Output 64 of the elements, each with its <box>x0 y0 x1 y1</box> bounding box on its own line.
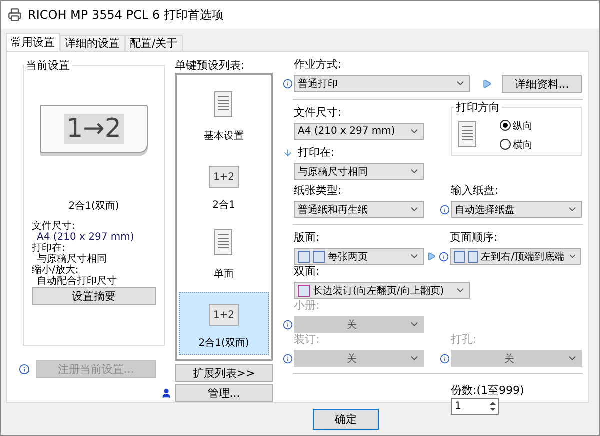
dropdown[interactable]: A4 (210 x 297 mm) <box>294 123 424 140</box>
preview-caption: 2合1(双面) <box>68 200 120 213</box>
tab[interactable]: 配置/关于 <box>125 35 183 51</box>
page-order-icon <box>468 250 478 262</box>
detail-value: 与原稿尺寸相同 <box>37 254 108 265</box>
info-icon <box>19 364 30 374</box>
radio-option[interactable]: 横向 <box>500 138 533 152</box>
document-icon <box>458 121 478 149</box>
preset-item[interactable]: 基本设置 <box>179 85 269 148</box>
detail-label: 打印在: <box>32 243 66 254</box>
field-label: 打孔: <box>451 333 477 347</box>
field-label: 版面: <box>294 231 320 245</box>
list-title: 单键预设列表: <box>175 58 246 73</box>
manage-button[interactable]: 管理... <box>175 384 273 402</box>
spinner-arrows-icon <box>488 399 498 414</box>
tab[interactable]: 常用设置 <box>6 33 60 51</box>
dropdown[interactable]: 普通纸和再生纸 <box>294 201 424 218</box>
field-label: 装订: <box>294 333 320 347</box>
layout-icon <box>313 250 325 262</box>
details-button[interactable]: 详细资料... <box>502 75 582 93</box>
dropdown[interactable]: 每张两页 <box>294 248 424 265</box>
field-label: 文件尺寸: <box>294 106 342 120</box>
duplex-icon <box>298 284 310 296</box>
dropdown[interactable]: 自动选择纸盘 <box>451 201 582 218</box>
preview-label: 1+2 <box>213 172 235 182</box>
arrow-down-icon <box>283 148 293 158</box>
field-label: 页面顺序: <box>450 231 498 245</box>
layout-icon <box>298 250 310 262</box>
preset-item[interactable]: 单面 <box>179 223 269 286</box>
window-title: RICOH MP 3554 PCL 6 打印首选项 <box>28 6 224 24</box>
expand-list-button[interactable]: 扩展列表>> <box>175 364 273 382</box>
copies-spinner[interactable]: 1 <box>451 398 499 415</box>
field-label: 份数:(1至999) <box>451 384 526 398</box>
field-label: 打印在: <box>298 146 335 160</box>
dropdown[interactable]: 长边装订(向左翻页/向上翻页) <box>294 282 470 299</box>
printer-icon <box>8 8 22 22</box>
group-title: 打印方向 <box>455 100 501 115</box>
tab[interactable]: 详细的设置 <box>60 35 125 51</box>
page-order-icon <box>454 250 465 262</box>
preview-label: 1→2 <box>64 114 124 144</box>
preset-item[interactable]: 1+2 2合1(双面) <box>179 292 269 355</box>
detail-value: 自动配合打印尺寸 <box>36 276 118 287</box>
user-icon <box>161 388 172 398</box>
detail-value: A4 (210 x 297 mm) <box>37 232 136 243</box>
preview-label: 1+2 <box>213 310 235 320</box>
dropdown[interactable]: 普通打印 <box>294 75 470 92</box>
play-icon <box>482 79 492 89</box>
document-icon <box>214 91 234 119</box>
document-icon <box>214 229 234 257</box>
detail-label: 文件尺寸: <box>32 221 76 232</box>
play-icon <box>427 252 436 261</box>
field-label: 双面: <box>294 265 320 279</box>
dropdown[interactable]: 左到右/顶端到底端 <box>450 248 581 265</box>
field-label: 纸张类型: <box>294 184 342 198</box>
detail-label: 缩小/放大: <box>32 265 79 276</box>
field-label: 小册: <box>294 299 320 313</box>
field-label: 作业方式: <box>294 58 342 72</box>
group-title: 当前设置 <box>25 58 71 73</box>
dropdown[interactable]: 与原稿尺寸相同 <box>294 163 424 180</box>
radio-option[interactable]: 纵向 <box>500 118 533 132</box>
ok-button[interactable]: 确定 <box>313 408 379 430</box>
preset-item[interactable]: 1+2 2合1 <box>179 154 269 217</box>
summary-button[interactable]: 设置摘要 <box>32 287 156 305</box>
field-label: 输入纸盘: <box>451 184 499 198</box>
